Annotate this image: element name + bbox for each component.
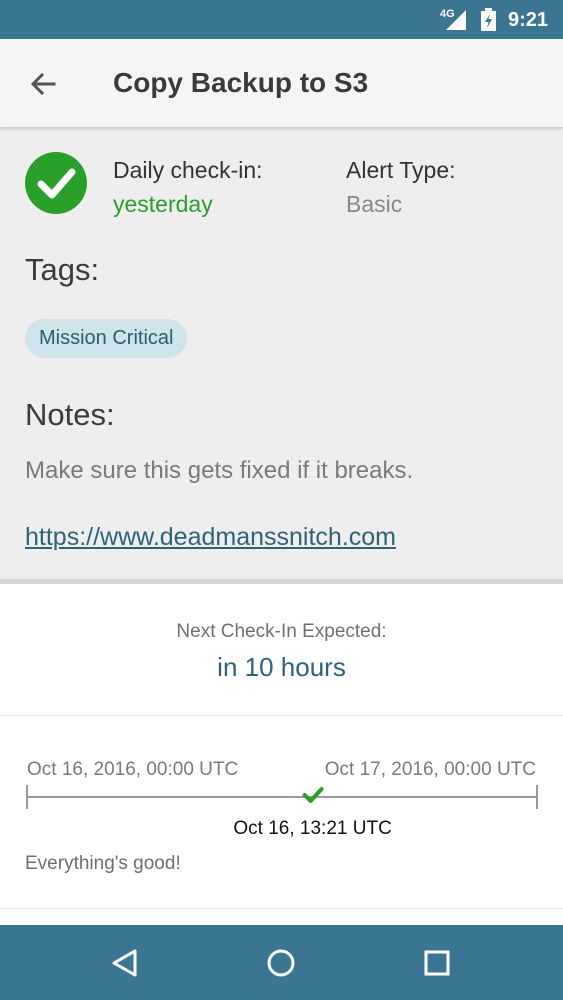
status-message: Everything's good! xyxy=(25,853,181,874)
notes-heading: Notes: xyxy=(25,397,115,432)
tag-chip[interactable]: Mission Critical xyxy=(25,319,188,358)
notes-link[interactable]: https://www.deadmanssnitch.com xyxy=(25,523,396,552)
nav-home-button[interactable] xyxy=(261,943,301,983)
check-circle-icon xyxy=(25,152,87,214)
next-checkin-label: Next Check-In Expected: xyxy=(176,621,387,642)
checkin-timeline xyxy=(26,785,538,809)
back-button[interactable] xyxy=(22,63,64,105)
notes-text: Make sure this gets fixed if it breaks. xyxy=(25,457,414,484)
tags-heading: Tags: xyxy=(25,252,100,287)
system-nav-bar xyxy=(0,925,563,1000)
timeline-current-label: Oct 16, 13:21 UTC xyxy=(233,818,392,839)
checkin-mark-icon xyxy=(302,787,324,803)
status-bar: 4G 9:21 xyxy=(0,0,563,39)
timeline-start-label: Oct 16, 2016, 00:00 UTC xyxy=(27,759,239,780)
triangle-back-icon xyxy=(112,949,137,977)
alert-type-value: Basic xyxy=(346,191,403,217)
arrow-left-icon xyxy=(30,72,56,96)
circle-home-icon xyxy=(267,949,295,977)
battery-charging-icon xyxy=(481,8,496,31)
next-checkin-value: in 10 hours xyxy=(217,652,346,682)
section-divider xyxy=(0,579,563,584)
divider xyxy=(0,908,563,909)
nav-recents-button[interactable] xyxy=(417,943,457,983)
page-title: Copy Backup to S3 xyxy=(113,67,369,98)
alert-type-label: Alert Type: xyxy=(346,157,456,183)
status-time: 9:21 xyxy=(508,9,549,31)
app-bar: Copy Backup to S3 xyxy=(0,39,563,127)
nav-back-button[interactable] xyxy=(105,943,145,983)
snitch-details-panel: Daily check-in: yesterday Alert Type: Ba… xyxy=(0,127,563,579)
divider xyxy=(0,715,563,716)
daily-checkin-label: Daily check-in: xyxy=(113,157,263,183)
timeline-end-label: Oct 17, 2016, 00:00 UTC xyxy=(324,759,536,780)
square-recents-icon xyxy=(424,950,450,976)
daily-checkin-value: yesterday xyxy=(113,191,213,217)
network-type: 4G xyxy=(440,8,455,20)
